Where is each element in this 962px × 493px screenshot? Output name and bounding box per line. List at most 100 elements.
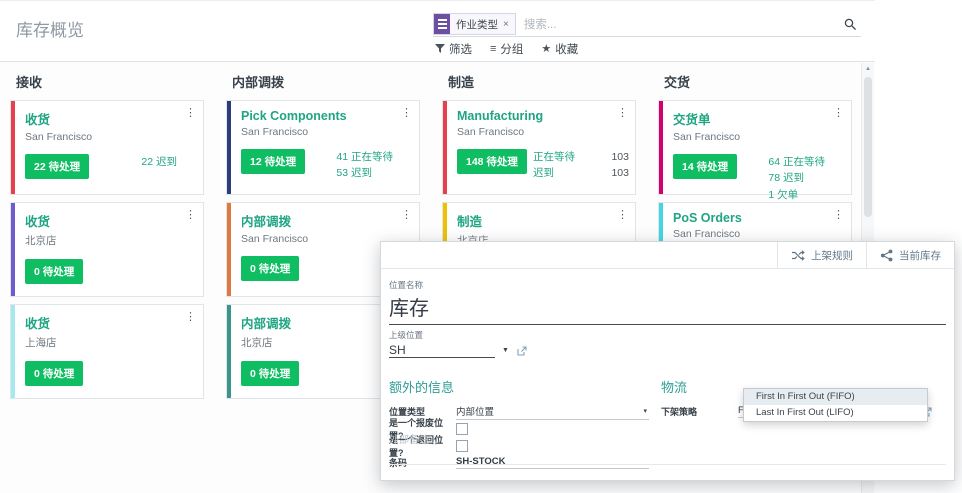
stat-link[interactable]: 迟到 bbox=[533, 165, 554, 181]
card-subtitle: San Francisco bbox=[673, 131, 841, 143]
card-color-stripe bbox=[659, 101, 663, 194]
dropdown-option-fifo[interactable]: First In First Out (FIFO) bbox=[744, 389, 927, 405]
to-process-button[interactable]: 148 待处理 bbox=[457, 149, 527, 174]
kebab-menu-icon[interactable]: ⋮ bbox=[185, 208, 196, 221]
extra-info-section: 额外的信息 位置类型 内部位置 ▾ 是一个报废位置? 是一个退回位置? bbox=[389, 377, 661, 471]
to-process-button[interactable]: 0 待处理 bbox=[25, 361, 83, 386]
filters-label: 筛选 bbox=[449, 41, 472, 57]
stat-link[interactable]: 正在等待 bbox=[533, 149, 575, 165]
search-bar[interactable]: 作业类型 × 搜索... bbox=[433, 12, 861, 37]
putaway-rules-button[interactable]: 上架规则 bbox=[777, 242, 866, 268]
share-nodes-icon bbox=[880, 249, 893, 262]
card-color-stripe bbox=[11, 203, 15, 296]
parent-location-input[interactable]: SH bbox=[389, 343, 495, 358]
is-scrap-checkbox[interactable] bbox=[456, 423, 468, 435]
shuffle-icon bbox=[791, 250, 805, 261]
card-title[interactable]: 收货 bbox=[25, 313, 185, 332]
dialog-body: 位置名称 库存 上级位置 SH ▼ 额外的信息 位置类型 内部位置 ▾ bbox=[381, 269, 954, 482]
removal-strategy-dropdown: First In First Out (FIFO) Last In First … bbox=[743, 388, 928, 422]
card-subtitle: 上海店 bbox=[25, 335, 193, 350]
kanban-card[interactable]: ⋮ 收货 上海店 0 待处理 bbox=[10, 304, 204, 399]
stat-link[interactable]: 41 正在等待 bbox=[336, 149, 393, 165]
kebab-menu-icon[interactable]: ⋮ bbox=[833, 106, 844, 119]
kebab-menu-icon[interactable]: ⋮ bbox=[185, 106, 196, 119]
card-title[interactable]: Manufacturing bbox=[457, 109, 617, 123]
filter-icon bbox=[435, 44, 445, 54]
group-by-button[interactable]: ≡ 分组 bbox=[490, 41, 523, 57]
card-title[interactable]: 收货 bbox=[25, 109, 185, 128]
location-type-value: 内部位置 bbox=[456, 404, 494, 418]
scrollbar-thumb[interactable] bbox=[864, 77, 872, 217]
card-color-stripe bbox=[227, 203, 231, 296]
barcode-input[interactable]: SH-STOCK bbox=[456, 456, 649, 469]
to-process-button[interactable]: 0 待处理 bbox=[25, 259, 83, 284]
external-note-input[interactable]: 外部备注... bbox=[389, 431, 437, 446]
search-input[interactable]: 搜索... bbox=[524, 16, 844, 32]
column-title-deliveries: 交货 bbox=[664, 72, 690, 91]
location-type-select[interactable]: 内部位置 ▾ bbox=[456, 404, 649, 420]
stat-value: 103 bbox=[611, 165, 629, 181]
kanban-card[interactable]: ⋮ 交货单 San Francisco 14 待处理 64 正在等待 78 迟到… bbox=[658, 100, 852, 195]
facet-list-icon bbox=[434, 14, 450, 34]
group-by-icon: ≡ bbox=[490, 44, 496, 55]
star-icon: ★ bbox=[541, 44, 551, 55]
stat-link[interactable]: 53 迟到 bbox=[336, 165, 393, 181]
barcode-label: 条码 bbox=[389, 456, 456, 469]
stat-link[interactable]: 64 正在等待 bbox=[768, 154, 825, 170]
card-title[interactable]: 内部调拨 bbox=[241, 313, 401, 332]
kanban-card[interactable]: ⋮ 收货 San Francisco 22 待处理 22 迟到 bbox=[10, 100, 204, 195]
card-subtitle: 北京店 bbox=[25, 233, 193, 248]
note-divider bbox=[389, 464, 946, 465]
kebab-menu-icon[interactable]: ⋮ bbox=[617, 106, 628, 119]
card-title[interactable]: PoS Orders bbox=[673, 211, 833, 225]
card-subtitle: San Francisco bbox=[673, 228, 841, 240]
filters-button[interactable]: 筛选 bbox=[435, 41, 472, 57]
card-title[interactable]: Pick Components bbox=[241, 109, 401, 123]
location-name-input[interactable]: 库存 bbox=[389, 292, 946, 325]
card-title[interactable]: 收货 bbox=[25, 211, 185, 230]
card-title[interactable]: 内部调拨 bbox=[241, 211, 401, 230]
to-process-button[interactable]: 22 待处理 bbox=[25, 154, 89, 179]
to-process-button[interactable]: 14 待处理 bbox=[673, 154, 737, 179]
card-subtitle: San Francisco bbox=[457, 126, 625, 138]
search-icon[interactable] bbox=[844, 18, 857, 31]
current-stock-button[interactable]: 当前库存 bbox=[866, 242, 954, 268]
facet-remove-icon[interactable]: × bbox=[502, 14, 515, 34]
card-color-stripe bbox=[227, 101, 231, 194]
favorites-button[interactable]: ★ 收藏 bbox=[541, 41, 578, 57]
kanban-card[interactable]: ⋮ 收货 北京店 0 待处理 bbox=[10, 202, 204, 297]
stat-value: 103 bbox=[611, 149, 629, 165]
kebab-menu-icon[interactable]: ⋮ bbox=[185, 310, 196, 323]
external-link-icon[interactable] bbox=[517, 346, 527, 356]
card-title[interactable]: 交货单 bbox=[673, 109, 833, 128]
favorites-label: 收藏 bbox=[555, 41, 578, 57]
to-process-button[interactable]: 12 待处理 bbox=[241, 149, 305, 174]
search-facet-chip[interactable]: 作业类型 × bbox=[433, 13, 516, 35]
to-process-button[interactable]: 0 待处理 bbox=[241, 256, 299, 281]
kebab-menu-icon[interactable]: ⋮ bbox=[833, 208, 844, 221]
column-title-internal: 内部调拨 bbox=[232, 72, 284, 91]
card-subtitle: San Francisco bbox=[241, 126, 409, 138]
is-return-checkbox[interactable] bbox=[456, 440, 468, 452]
kebab-menu-icon[interactable]: ⋮ bbox=[401, 208, 412, 221]
card-color-stripe bbox=[11, 305, 15, 398]
kebab-menu-icon[interactable]: ⋮ bbox=[401, 106, 412, 119]
stat-link[interactable]: 22 迟到 bbox=[141, 156, 177, 168]
dropdown-option-lifo[interactable]: Last In First Out (LIFO) bbox=[744, 405, 927, 421]
search-controls: 筛选 ≡ 分组 ★ 收藏 bbox=[435, 41, 578, 57]
kanban-card[interactable]: ⋮ Pick Components San Francisco 12 待处理 4… bbox=[226, 100, 420, 195]
card-title[interactable]: 制造 bbox=[457, 211, 617, 230]
chevron-down-icon[interactable]: ▼ bbox=[502, 347, 509, 354]
stat-link[interactable]: 78 迟到 bbox=[768, 170, 825, 186]
kanban-card[interactable]: ⋮ Manufacturing San Francisco 148 待处理 正在… bbox=[442, 100, 636, 195]
kebab-menu-icon[interactable]: ⋮ bbox=[617, 208, 628, 221]
current-stock-label: 当前库存 bbox=[899, 248, 941, 263]
to-process-button[interactable]: 0 待处理 bbox=[241, 361, 299, 386]
scroll-up-arrow-icon[interactable]: ▲ bbox=[865, 66, 871, 72]
stat-link[interactable]: 1 欠单 bbox=[768, 187, 825, 203]
facet-label: 作业类型 bbox=[450, 14, 502, 34]
chevron-down-icon: ▾ bbox=[643, 407, 647, 415]
column-title-manufacturing: 制造 bbox=[448, 72, 474, 91]
card-color-stripe bbox=[11, 101, 15, 194]
control-panel: 库存概览 作业类型 × 搜索... 筛选 ≡ bbox=[0, 0, 875, 62]
